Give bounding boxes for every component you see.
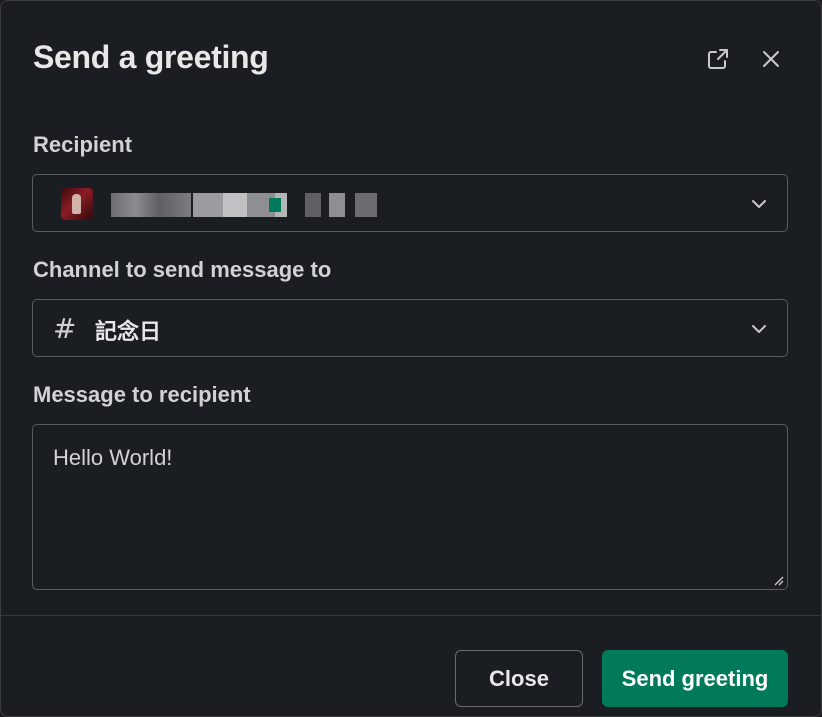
message-value: Hello World! <box>53 445 173 470</box>
send-greeting-button[interactable]: Send greeting <box>602 650 788 707</box>
chevron-down-icon <box>752 325 766 333</box>
message-textarea[interactable]: Hello World! <box>32 424 788 590</box>
channel-select[interactable]: # 記念日 <box>32 299 788 357</box>
close-icon[interactable] <box>755 43 787 75</box>
channel-value: 記念日 <box>95 320 162 345</box>
chevron-down-icon <box>752 200 766 208</box>
recipient-label: Recipient <box>33 132 133 157</box>
recipient-select[interactable] <box>32 174 788 232</box>
footer-divider <box>1 615 822 616</box>
close-button[interactable]: Close <box>455 650 583 707</box>
send-greeting-dialog: Send a greeting Recipient Channel to sen… <box>0 0 822 717</box>
dialog-title: Send a greeting <box>33 39 269 75</box>
external-link-icon[interactable] <box>702 43 734 75</box>
resize-handle-icon[interactable] <box>772 574 784 586</box>
user-avatar <box>61 188 93 220</box>
message-label: Message to recipient <box>33 382 251 407</box>
hash-icon: # <box>53 312 77 345</box>
channel-label: Channel to send message to <box>33 257 332 282</box>
